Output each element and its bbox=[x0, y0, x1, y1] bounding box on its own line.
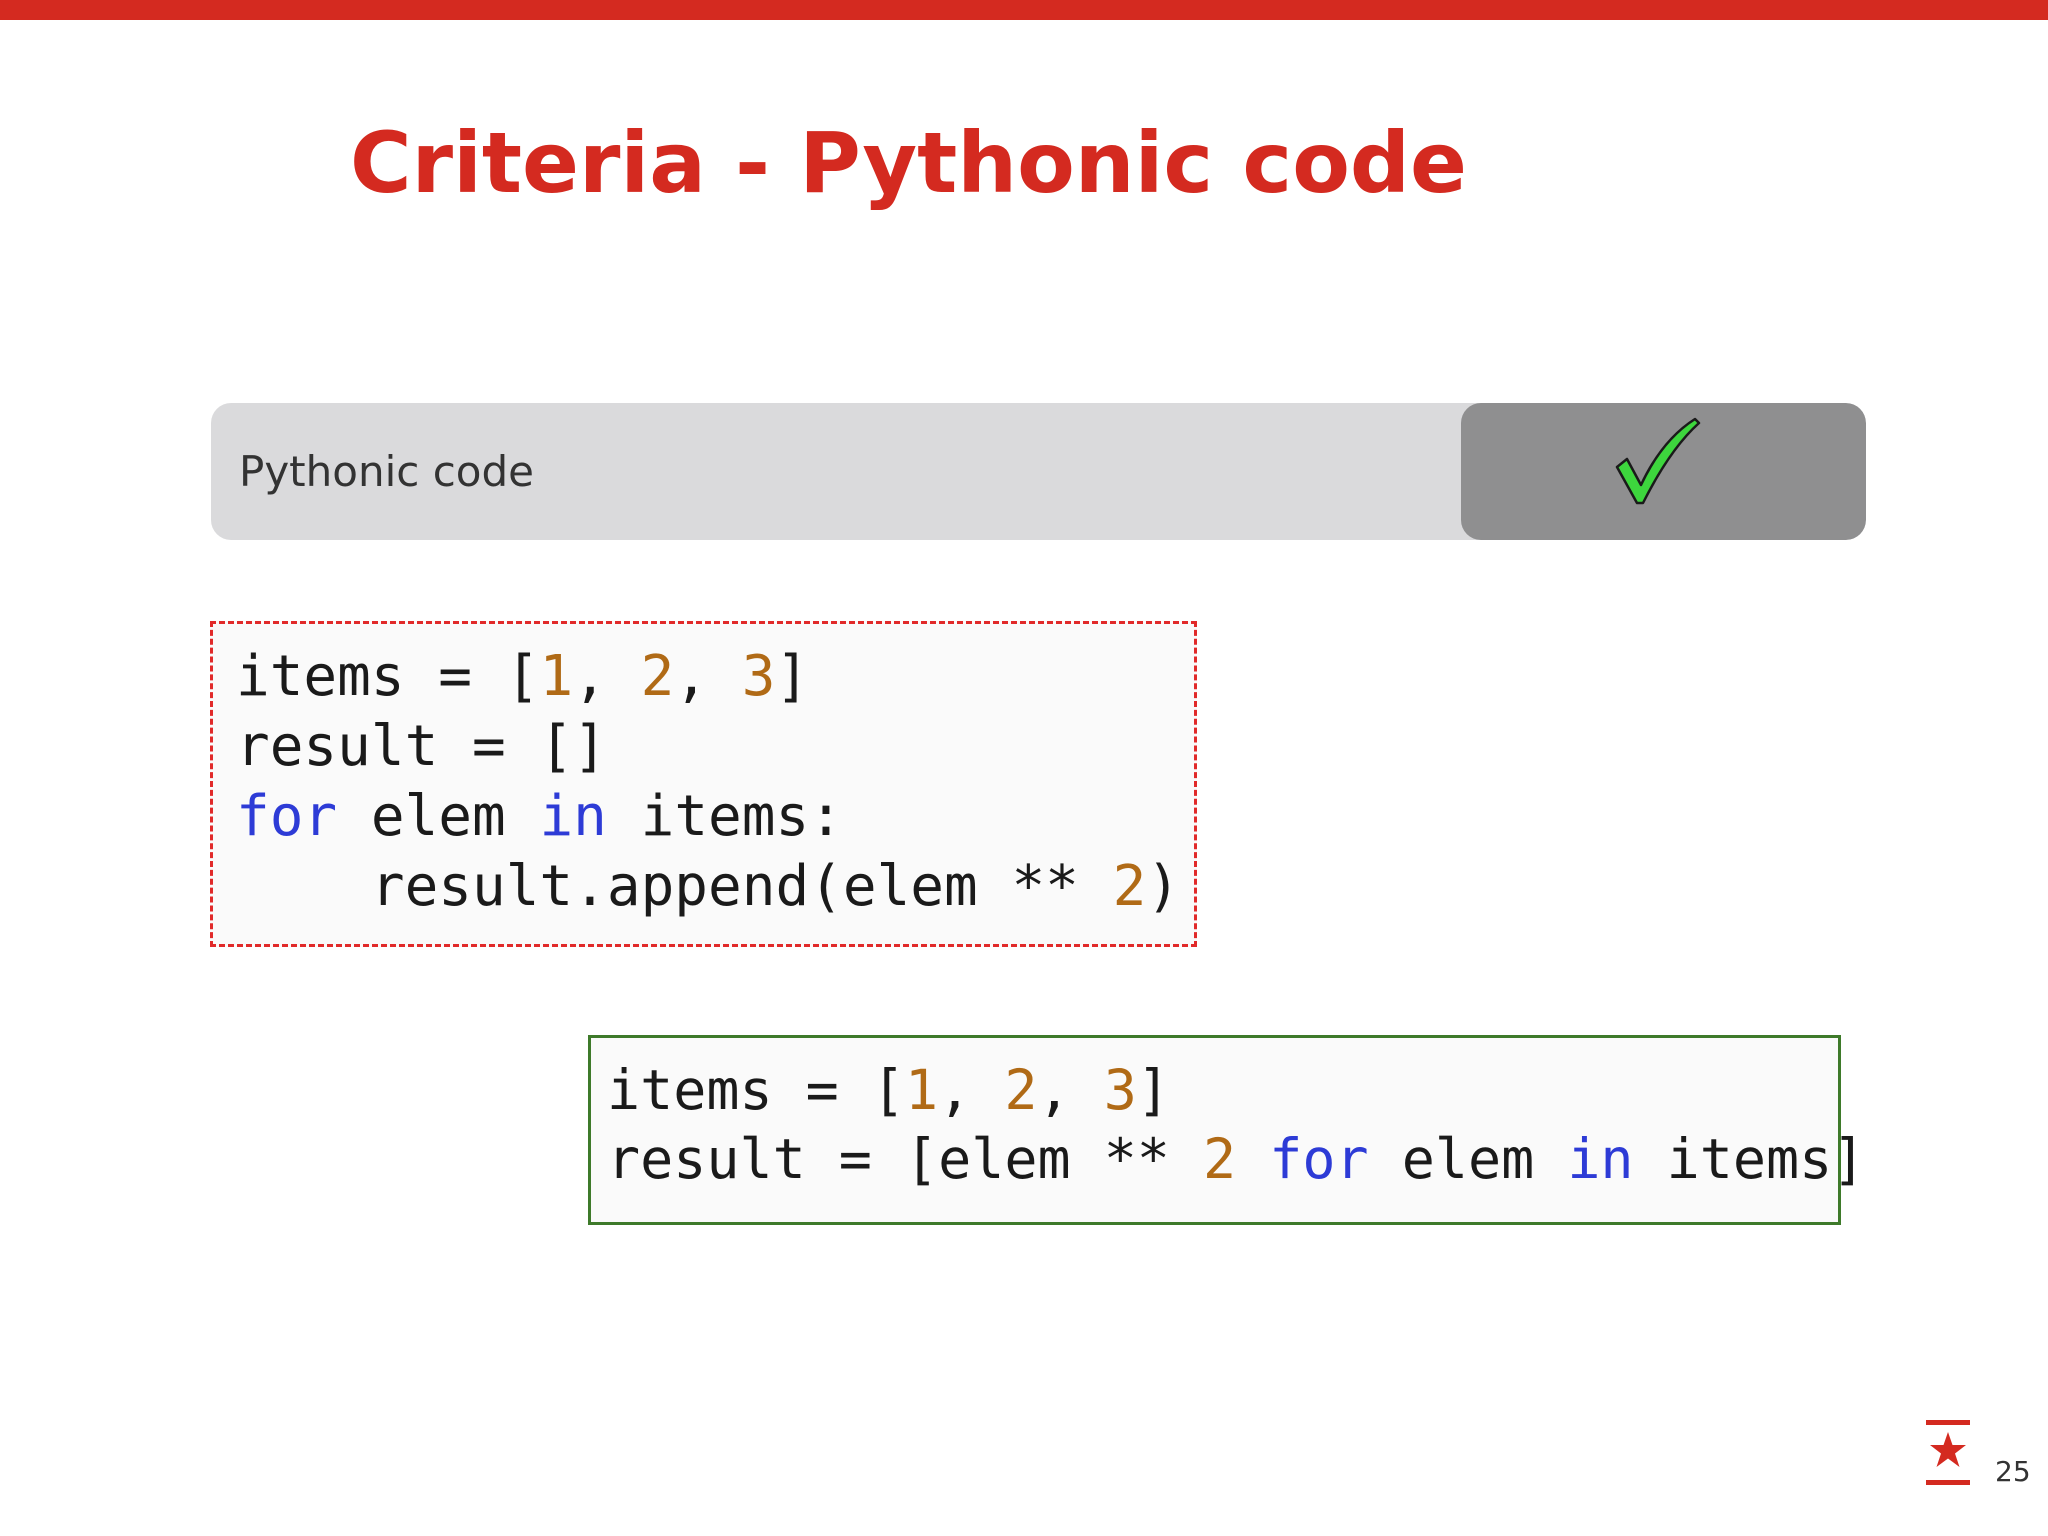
code-token: 3 bbox=[1103, 1058, 1137, 1122]
code-token: in bbox=[1567, 1127, 1634, 1191]
code-token: for bbox=[1269, 1127, 1369, 1191]
code-token: 2 bbox=[1112, 854, 1147, 919]
code-token: elem bbox=[337, 784, 540, 849]
code-token: 3 bbox=[741, 644, 776, 709]
criteria-status-cell bbox=[1461, 403, 1866, 540]
non-pythonic-code-line: result = [] bbox=[236, 712, 1194, 782]
code-token: items = [ bbox=[236, 644, 540, 709]
criteria-row: Pythonic code bbox=[211, 403, 1866, 540]
non-pythonic-code-line: for elem in items: bbox=[236, 782, 1194, 852]
code-token: result = [elem ** bbox=[607, 1127, 1204, 1191]
code-token: ) bbox=[1146, 854, 1181, 919]
code-token: result = [] bbox=[236, 714, 607, 779]
code-token: elem bbox=[1368, 1127, 1568, 1191]
code-token: 2 bbox=[1203, 1127, 1237, 1191]
code-block-non-pythonic: items = [1, 2, 3] result = [] for elem in … bbox=[210, 621, 1197, 947]
pythonic-code-line: result = [elem ** 2 for elem in items] bbox=[607, 1125, 1865, 1194]
code-token: items] bbox=[1633, 1127, 1866, 1191]
code-token: items = [ bbox=[607, 1058, 906, 1122]
page-number: 25 bbox=[1995, 1455, 2031, 1488]
code-token: , bbox=[938, 1058, 1005, 1122]
code-token: 2 bbox=[1004, 1058, 1038, 1122]
non-pythonic-code-line: items = [1, 2, 3] bbox=[236, 642, 1194, 712]
star-logo-icon bbox=[1926, 1420, 1970, 1485]
code-token: items: bbox=[606, 784, 843, 849]
top-accent-bar bbox=[0, 0, 2048, 20]
code-token: for bbox=[236, 784, 338, 849]
code-token: result.append(elem ** bbox=[236, 854, 1113, 919]
slide-title: Criteria - Pythonic code bbox=[350, 114, 1468, 212]
code-token: , bbox=[573, 644, 641, 709]
code-block-pythonic: items = [1, 2, 3] result = [elem ** 2 for… bbox=[588, 1035, 1865, 1225]
non-pythonic-code-line: result.append(elem ** 2) bbox=[236, 852, 1194, 922]
code-token: , bbox=[1037, 1058, 1104, 1122]
code-token: ] bbox=[775, 644, 810, 709]
code-token: 2 bbox=[640, 644, 675, 709]
code-token: , bbox=[674, 644, 742, 709]
slide: Criteria - Pythonic code Pythonic code i… bbox=[0, 0, 2048, 1536]
criteria-label: Pythonic code bbox=[239, 447, 534, 496]
code-token: 1 bbox=[539, 644, 574, 709]
code-token: in bbox=[539, 784, 607, 849]
code-token: 1 bbox=[905, 1058, 939, 1122]
pythonic-code-line: items = [1, 2, 3] bbox=[607, 1056, 1838, 1125]
code-token: ] bbox=[1136, 1058, 1170, 1122]
check-icon bbox=[1615, 417, 1701, 505]
